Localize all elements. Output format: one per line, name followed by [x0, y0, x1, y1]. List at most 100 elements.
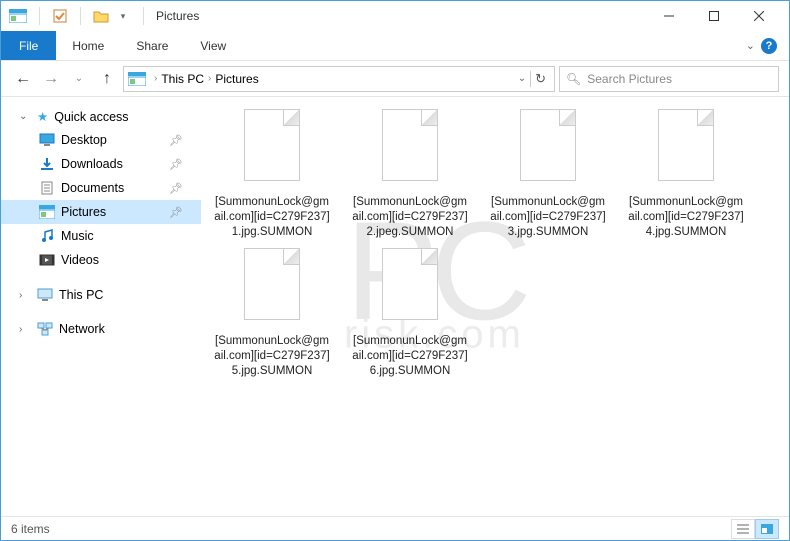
pin-icon: 📌︎	[169, 206, 183, 219]
back-button[interactable]: ←	[11, 67, 35, 91]
separator	[530, 71, 531, 87]
chevron-right-icon: ›	[19, 324, 31, 335]
breadcrumb-item[interactable]: Pictures	[215, 72, 258, 86]
file-label: [SummonunLock@gmail.com][id=C279F237]5.j…	[213, 334, 331, 379]
search-icon: 🔍︎	[566, 72, 581, 86]
desktop-icon	[39, 133, 55, 147]
nav-header-label: Network	[59, 322, 105, 336]
file-item[interactable]: [SummonunLock@gmail.com][id=C279F237]2.j…	[351, 109, 469, 240]
network-icon	[37, 322, 53, 336]
nav-header-label: Quick access	[54, 110, 128, 124]
navigation-pane: ⌄ ★ Quick access Desktop📌︎Downloads📌︎Doc…	[1, 97, 201, 517]
window-controls	[646, 2, 781, 30]
properties-checkbox-icon[interactable]	[52, 8, 68, 24]
this-pc-icon	[37, 288, 53, 302]
file-icon	[513, 109, 583, 189]
sidebar-item-documents[interactable]: Documents 📌︎	[1, 176, 201, 200]
file-icon	[375, 109, 445, 189]
sidebar-item-downloads[interactable]: Downloads📌︎	[1, 152, 201, 176]
maximize-button[interactable]	[691, 2, 736, 30]
file-item[interactable]: [SummonunLock@gmail.com][id=C279F237]3.j…	[489, 109, 607, 240]
help-icon[interactable]: ?	[761, 38, 777, 54]
status-bar: 6 items	[1, 516, 789, 540]
forward-button[interactable]: →	[39, 67, 63, 91]
main-content: ⌄ ★ Quick access Desktop📌︎Downloads📌︎Doc…	[1, 97, 789, 517]
thumbnails-view-button[interactable]	[755, 519, 779, 539]
qat-dropdown-icon[interactable]: ▾	[115, 8, 131, 24]
titlebar: ▾ Pictures	[1, 1, 789, 31]
sidebar-item-videos[interactable]: Videos	[1, 248, 201, 272]
file-icon	[237, 109, 307, 189]
refresh-icon[interactable]: ↻	[535, 71, 546, 87]
nav-group-quick-access: ⌄ ★ Quick access Desktop📌︎Downloads📌︎Doc…	[1, 105, 201, 272]
sidebar-item-desktop[interactable]: Desktop 📌︎	[1, 128, 201, 152]
file-label: [SummonunLock@gmail.com][id=C279F237]6.j…	[351, 334, 469, 379]
tab-share[interactable]: Share	[120, 31, 184, 60]
file-label: [SummonunLock@gmail.com][id=C279F237]1.j…	[213, 195, 331, 240]
ribbon-right: ⌄ ?	[734, 31, 789, 60]
separator	[143, 7, 144, 25]
breadcrumb-buttons: ⌄ ↻	[518, 71, 550, 87]
file-tab[interactable]: File	[1, 31, 56, 60]
sidebar-item-pictures[interactable]: Pictures 📌︎	[1, 200, 201, 224]
quick-access-header[interactable]: ⌄ ★ Quick access	[1, 105, 201, 128]
pin-icon: 📌︎	[169, 182, 183, 195]
quick-access-toolbar: ▾	[9, 7, 150, 25]
file-label: [SummonunLock@gmail.com][id=C279F237]4.j…	[627, 195, 745, 240]
chevron-right-icon[interactable]: ›	[208, 73, 211, 84]
documents-icon	[39, 181, 55, 195]
search-placeholder: Search Pictures	[587, 72, 672, 86]
file-icon	[375, 248, 445, 328]
chevron-right-icon: ›	[19, 290, 31, 301]
network-header[interactable]: › Network	[1, 318, 201, 340]
file-pane[interactable]: [SummonunLock@gmail.com][id=C279F237]1.j…	[201, 97, 789, 517]
minimize-button[interactable]	[646, 2, 691, 30]
app-icon	[9, 9, 27, 23]
star-icon: ★	[37, 109, 48, 124]
file-label: [SummonunLock@gmail.com][id=C279F237]2.j…	[351, 195, 469, 240]
pictures-icon	[39, 205, 55, 219]
tab-home[interactable]: Home	[56, 31, 120, 60]
ribbon: File Home Share View ⌄ ?	[1, 31, 789, 61]
nav-group-network: › Network	[1, 318, 201, 340]
file-item[interactable]: [SummonunLock@gmail.com][id=C279F237]4.j…	[627, 109, 745, 240]
file-item[interactable]: [SummonunLock@gmail.com][id=C279F237]6.j…	[351, 248, 469, 379]
tab-view[interactable]: View	[184, 31, 242, 60]
breadcrumb-item[interactable]: This PC	[161, 72, 204, 86]
music-icon	[39, 229, 55, 243]
file-icon	[237, 248, 307, 328]
downloads-icon	[39, 157, 55, 171]
view-switcher	[731, 519, 779, 539]
sidebar-item-label: Music	[61, 229, 94, 243]
pin-icon: 📌︎	[169, 158, 183, 171]
separator	[80, 7, 81, 25]
chevron-down-icon: ⌄	[19, 111, 31, 122]
pin-icon: 📌︎	[169, 134, 183, 147]
sidebar-item-label: Desktop	[61, 133, 107, 147]
file-label: [SummonunLock@gmail.com][id=C279F237]3.j…	[489, 195, 607, 240]
nav-header-label: This PC	[59, 288, 103, 302]
nav-group-this-pc: › This PC	[1, 284, 201, 306]
pictures-icon	[128, 72, 146, 86]
close-button[interactable]	[736, 2, 781, 30]
details-view-button[interactable]	[731, 519, 755, 539]
new-folder-icon[interactable]	[93, 8, 109, 24]
sidebar-item-music[interactable]: Music	[1, 224, 201, 248]
sidebar-item-label: Videos	[61, 253, 99, 267]
chevron-right-icon[interactable]: ›	[154, 73, 157, 84]
search-input[interactable]: 🔍︎ Search Pictures	[559, 66, 779, 92]
address-bar-row: ← → ⌄ ↑ › This PC › Pictures ⌄ ↻ 🔍︎ Sear…	[1, 61, 789, 97]
dropdown-icon[interactable]: ⌄	[518, 73, 526, 84]
breadcrumb[interactable]: › This PC › Pictures ⌄ ↻	[123, 66, 555, 92]
separator	[39, 7, 40, 25]
window-title: Pictures	[156, 9, 199, 23]
file-item[interactable]: [SummonunLock@gmail.com][id=C279F237]1.j…	[213, 109, 331, 240]
sidebar-item-label: Pictures	[61, 205, 106, 219]
file-item[interactable]: [SummonunLock@gmail.com][id=C279F237]5.j…	[213, 248, 331, 379]
sidebar-item-label: Documents	[61, 181, 124, 195]
videos-icon	[39, 253, 55, 267]
this-pc-header[interactable]: › This PC	[1, 284, 201, 306]
ribbon-expand-icon[interactable]: ⌄	[746, 39, 755, 52]
recent-locations-dropdown[interactable]: ⌄	[67, 67, 91, 91]
up-button[interactable]: ↑	[95, 67, 119, 91]
